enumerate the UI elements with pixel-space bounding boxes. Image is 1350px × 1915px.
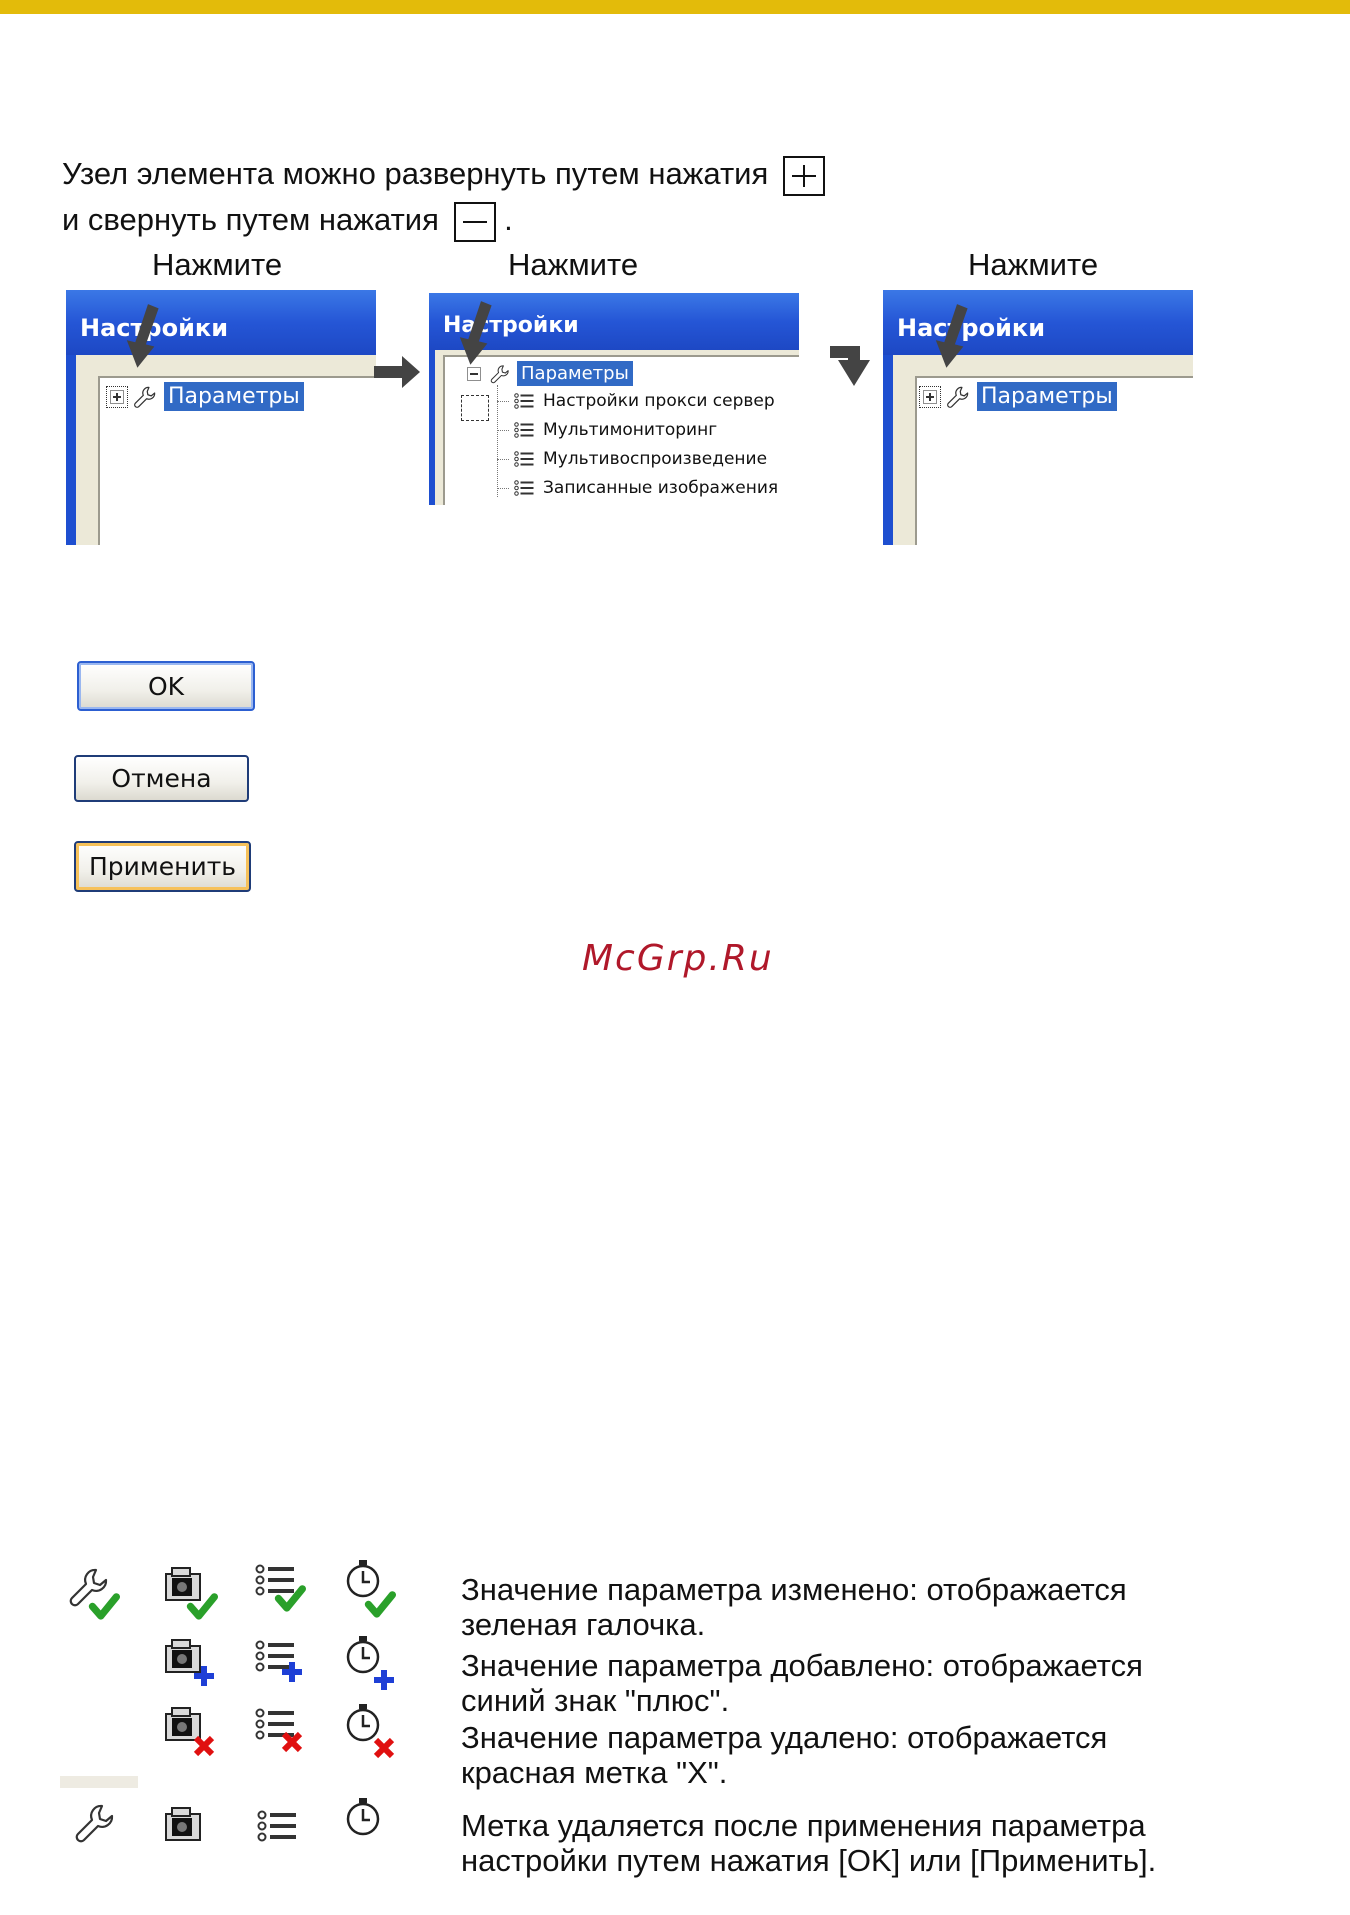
- panel-title: Настройки: [66, 290, 376, 355]
- tree-item-parameters[interactable]: Параметры: [919, 382, 1117, 411]
- focus-box: [461, 395, 489, 421]
- tree-child-multiplayback[interactable]: Мультивоспроизведение: [497, 449, 767, 469]
- ok-button[interactable]: OK: [77, 661, 255, 711]
- list-added-icon: [255, 1640, 302, 1682]
- panel-title: Настройки: [883, 290, 1193, 355]
- pointer-arrow-icon: [126, 304, 159, 368]
- legend-changed-line-1: Значение параметра изменено: отображаетс…: [461, 1572, 1127, 1607]
- tree-item-label: Параметры: [164, 382, 304, 411]
- list-icon: [514, 422, 534, 438]
- settings-panel-collapsed-2: Настройки Параметры: [883, 290, 1193, 545]
- settings-panel-expanded: Настройки Параметры Настройки прокси сер…: [429, 293, 799, 505]
- camera-added-icon: [165, 1639, 214, 1686]
- wrench-icon: [134, 386, 156, 408]
- tree-child-proxy[interactable]: Настройки прокси сервер: [497, 391, 775, 411]
- tree-child-label: Настройки прокси сервер: [543, 391, 775, 411]
- intro-collapse-text: и свернуть путем нажатия: [62, 202, 439, 238]
- tree-child-recorded-images[interactable]: Записанные изображения: [497, 478, 778, 498]
- camera-deleted-icon: [165, 1707, 228, 1762]
- apply-button[interactable]: Применить: [74, 841, 251, 892]
- wrench-icon: [75, 1804, 114, 1843]
- legend-added-line-1: Значение параметра добавлено: отображает…: [461, 1648, 1143, 1683]
- settings-panel-collapsed-1: Настройки Параметры: [66, 290, 376, 545]
- camera-changed-icon: [165, 1567, 228, 1620]
- tree-child-label: Записанные изображения: [543, 478, 779, 498]
- collapse-minus-icon: [453, 202, 496, 242]
- pointer-arrow-icon: [935, 304, 968, 368]
- tree-item-label: Параметры: [517, 361, 633, 386]
- legend-deleted-line-1: Значение параметра удалено: отображается: [461, 1720, 1108, 1755]
- bent-arrow-icon: [830, 346, 870, 386]
- timer-deleted-icon: [346, 1702, 410, 1766]
- tree-child-label: Мультимониторинг: [543, 420, 718, 440]
- intro-line-2: и свернуть путем нажатия .: [62, 202, 513, 242]
- press-label-2: Нажмите: [508, 247, 639, 282]
- right-arrow-icon: [374, 356, 420, 388]
- list-changed-icon: [255, 1564, 318, 1616]
- tree-item-label: Параметры: [977, 382, 1117, 411]
- tree-child-multimonitor[interactable]: Мультимониторинг: [497, 420, 717, 440]
- press-label-3: Нажмите: [968, 247, 1099, 282]
- pointer-arrow-icon: [459, 301, 492, 365]
- legend-deleted-line-2: красная метка "X".: [461, 1755, 728, 1790]
- timer-added-icon: [346, 1634, 394, 1690]
- press-label-1: Нажмите: [152, 247, 283, 282]
- intro-line-1: Узел элемента можно развернуть путем наж…: [62, 156, 825, 196]
- tree-item-parameters[interactable]: Параметры: [106, 382, 304, 411]
- expand-plus-icon[interactable]: [106, 385, 128, 408]
- legend-note-line-1: Метка удаляется после применения парамет…: [461, 1808, 1146, 1843]
- legend-note-line-2: настройки путем нажатия [OK] или [Примен…: [461, 1843, 1157, 1878]
- wrench-changed-icon: [69, 1568, 130, 1620]
- list-icon: [514, 451, 534, 467]
- cancel-button[interactable]: Отмена: [74, 755, 249, 802]
- legend-added-line-2: синий знак "плюс".: [461, 1683, 730, 1718]
- intro-period: .: [504, 202, 513, 238]
- expand-plus-icon: [782, 156, 825, 196]
- expand-plus-icon[interactable]: [919, 385, 941, 408]
- list-icon: [514, 480, 534, 496]
- watermark: McGrp.Ru: [582, 938, 774, 979]
- tree-child-label: Мультивоспроизведение: [543, 449, 768, 469]
- camera-icon: [165, 1807, 201, 1841]
- list-icon: [257, 1810, 297, 1842]
- timer-changed-icon: [346, 1558, 410, 1620]
- timer-icon: [346, 1796, 380, 1836]
- top-accent-bar: [0, 0, 1350, 14]
- list-icon: [514, 393, 534, 409]
- wrench-icon: [947, 386, 969, 408]
- intro-expand-text: Узел элемента можно развернуть путем наж…: [62, 156, 769, 192]
- legend-changed-line-2: зеленая галочка.: [461, 1607, 706, 1642]
- list-deleted-icon: [255, 1708, 318, 1762]
